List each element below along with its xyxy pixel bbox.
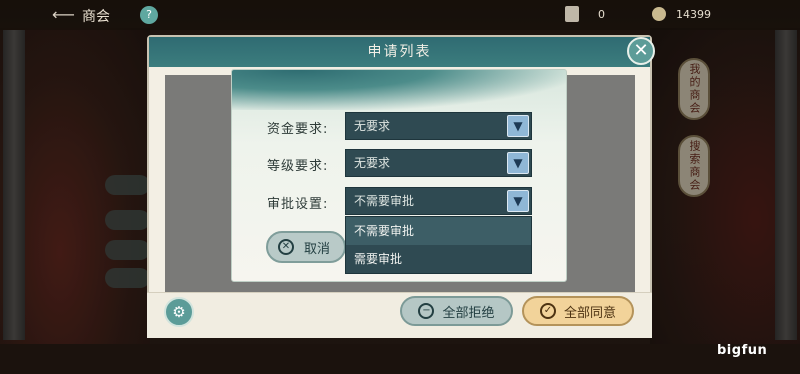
chevron-down-icon[interactable]: ▼: [507, 190, 529, 212]
chevron-down-icon[interactable]: ▼: [507, 152, 529, 174]
back-arrow-icon[interactable]: ⟵: [52, 5, 75, 24]
reject-all-button[interactable]: − 全部拒绝: [400, 296, 513, 326]
minus-icon: −: [418, 303, 435, 319]
help-icon[interactable]: ?: [140, 6, 158, 24]
approval-dropdown-list: 不需要审批 需要审批: [345, 216, 532, 274]
game-screen: 我的商会 搜索商会 ⟵ 商会 ? 0 14399 申请列表 ✕ ⚙ − 全部拒绝…: [0, 0, 800, 374]
accept-all-button[interactable]: ✓ 全部同意: [522, 296, 634, 326]
fund-requirement-value: 无要求: [354, 119, 391, 133]
resource-count-1: 0: [598, 8, 605, 21]
accept-all-label: 全部同意: [563, 305, 616, 321]
scroll-resource-icon: [565, 6, 579, 22]
page-title: 商会: [82, 9, 110, 25]
level-requirement-value: 无要求: [354, 156, 391, 170]
level-requirement-label: 等级要求:: [267, 159, 329, 174]
dropdown-option-no-approval[interactable]: 不需要审批: [346, 217, 531, 245]
watermark-logo: bigfun: [717, 343, 768, 358]
close-icon[interactable]: ✕: [627, 37, 655, 65]
approval-setting-select[interactable]: 不需要审批 ▼: [345, 187, 532, 215]
cancel-label: 取消: [304, 241, 331, 257]
chevron-down-icon[interactable]: ▼: [507, 115, 529, 137]
gear-icon[interactable]: ⚙: [164, 297, 194, 327]
fund-requirement-select[interactable]: 无要求 ▼: [345, 112, 532, 140]
check-icon: ✓: [539, 303, 556, 319]
reject-all-label: 全部拒绝: [442, 305, 495, 321]
top-bar: ⟵ 商会 ? 0 14399: [0, 0, 800, 30]
resource-count-2: 14399: [676, 8, 711, 21]
close-circle-icon: ✕: [278, 239, 294, 255]
level-requirement-select[interactable]: 无要求 ▼: [345, 149, 532, 177]
approval-setting-value: 不需要审批: [354, 194, 415, 208]
dialog-title: 申请列表: [149, 37, 650, 67]
cancel-button[interactable]: ✕ 取消: [266, 231, 346, 263]
fund-requirement-label: 资金要求:: [267, 122, 329, 137]
dropdown-option-need-approval[interactable]: 需要审批: [346, 245, 531, 273]
dialog-header-decoration: [232, 70, 566, 110]
approval-setting-label: 审批设置:: [267, 197, 329, 212]
coin-icon: [652, 7, 666, 21]
